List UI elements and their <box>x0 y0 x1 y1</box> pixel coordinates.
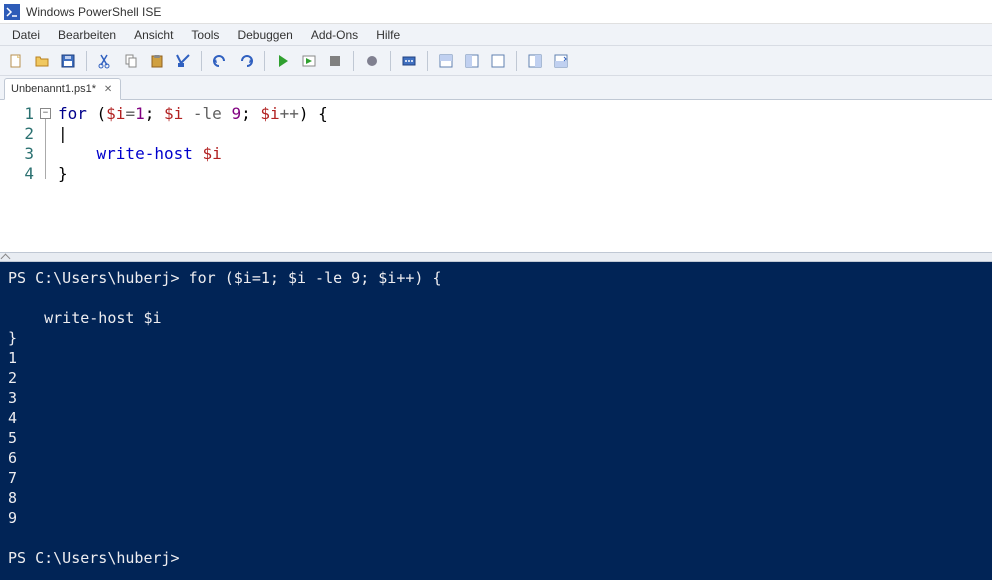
menu-hilfe[interactable]: Hilfe <box>368 26 408 44</box>
fold-toggle-icon[interactable]: − <box>40 108 51 119</box>
undo-button[interactable] <box>208 49 232 73</box>
window-title: Windows PowerShell ISE <box>26 5 161 19</box>
show-command-button[interactable] <box>523 49 547 73</box>
menubar: Datei Bearbeiten Ansicht Tools Debuggen … <box>0 24 992 46</box>
editor-tabs: Unbenannt1.ps1* ✕ <box>0 76 992 100</box>
save-file-button[interactable] <box>56 49 80 73</box>
menu-datei[interactable]: Datei <box>4 26 48 44</box>
powershell-app-icon <box>4 4 20 20</box>
show-pane-button[interactable] <box>549 49 573 73</box>
fold-gutter: − <box>40 100 56 252</box>
menu-tools[interactable]: Tools <box>183 26 227 44</box>
layout-3-button[interactable] <box>486 49 510 73</box>
tab-close-icon[interactable]: ✕ <box>102 83 114 95</box>
run-button[interactable] <box>271 49 295 73</box>
menu-bearbeiten[interactable]: Bearbeiten <box>50 26 124 44</box>
menu-debuggen[interactable]: Debuggen <box>229 26 300 44</box>
run-selection-button[interactable] <box>297 49 321 73</box>
script-editor[interactable]: 1 2 3 4 − for ($i=1; $i -le 9; $i++) {| … <box>0 100 992 252</box>
breakpoint-button[interactable] <box>360 49 384 73</box>
new-remote-tab-button[interactable] <box>397 49 421 73</box>
menu-addons[interactable]: Add-Ons <box>303 26 366 44</box>
redo-button[interactable] <box>234 49 258 73</box>
splitter-handle[interactable] <box>0 252 992 262</box>
open-file-button[interactable] <box>30 49 54 73</box>
toolbar <box>0 46 992 76</box>
line-number-gutter: 1 2 3 4 <box>0 100 40 252</box>
clear-button[interactable] <box>171 49 195 73</box>
copy-button[interactable] <box>119 49 143 73</box>
cut-button[interactable] <box>93 49 117 73</box>
tab-label: Unbenannt1.ps1* <box>11 83 96 95</box>
code-area[interactable]: for ($i=1; $i -le 9; $i++) {| write-host… <box>56 100 992 252</box>
console-pane[interactable]: PS C:\Users\huberj> for ($i=1; $i -le 9;… <box>0 262 992 580</box>
layout-2-button[interactable] <box>460 49 484 73</box>
menu-ansicht[interactable]: Ansicht <box>126 26 181 44</box>
stop-button[interactable] <box>323 49 347 73</box>
tab-unbenannt1[interactable]: Unbenannt1.ps1* ✕ <box>4 78 121 100</box>
paste-button[interactable] <box>145 49 169 73</box>
layout-1-button[interactable] <box>434 49 458 73</box>
new-file-button[interactable] <box>4 49 28 73</box>
titlebar: Windows PowerShell ISE <box>0 0 992 24</box>
